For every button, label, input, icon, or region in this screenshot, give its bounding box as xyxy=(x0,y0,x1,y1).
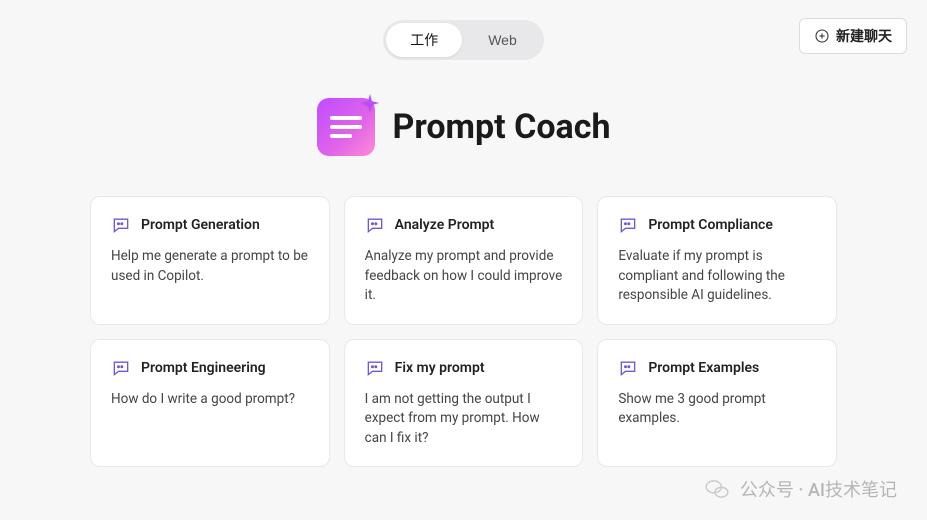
card-prompt-examples[interactable]: Prompt Examples Show me 3 good prompt ex… xyxy=(597,339,837,468)
card-desc: Help me generate a prompt to be used in … xyxy=(111,247,309,286)
card-desc: Show me 3 good prompt examples. xyxy=(618,390,816,429)
chat-icon xyxy=(618,215,638,235)
card-title: Prompt Engineering xyxy=(141,360,266,376)
sparkle-icon xyxy=(359,92,381,114)
card-desc: Evaluate if my prompt is compliant and f… xyxy=(618,247,816,306)
new-chat-label: 新建聊天 xyxy=(836,26,892,46)
toggle-web[interactable]: Web xyxy=(464,23,541,57)
source-toggle: 工作 Web xyxy=(383,20,544,60)
card-prompt-generation[interactable]: Prompt Generation Help me generate a pro… xyxy=(90,196,330,325)
card-title: Analyze Prompt xyxy=(395,217,495,233)
card-title: Prompt Examples xyxy=(648,360,759,376)
card-fix-my-prompt[interactable]: Fix my prompt I am not getting the outpu… xyxy=(344,339,584,468)
chat-icon xyxy=(111,215,131,235)
card-prompt-compliance[interactable]: Prompt Compliance Evaluate if my prompt … xyxy=(597,196,837,325)
card-analyze-prompt[interactable]: Analyze Prompt Analyze my prompt and pro… xyxy=(344,196,584,325)
card-title: Fix my prompt xyxy=(395,360,485,376)
watermark: 公众号 · AI技术笔记 xyxy=(704,476,897,502)
prompt-cards-grid: Prompt Generation Help me generate a pro… xyxy=(0,196,927,467)
plus-circle-icon xyxy=(814,28,830,44)
hero: Prompt Coach xyxy=(0,98,927,156)
card-desc: I am not getting the output I expect fro… xyxy=(365,390,563,449)
chat-icon xyxy=(365,215,385,235)
watermark-text: 公众号 · AI技术笔记 xyxy=(740,476,897,502)
card-title: Prompt Generation xyxy=(141,217,260,233)
card-desc: Analyze my prompt and provide feedback o… xyxy=(365,247,563,306)
toggle-work[interactable]: 工作 xyxy=(386,23,462,57)
chat-icon xyxy=(111,358,131,378)
card-desc: How do I write a good prompt? xyxy=(111,390,309,410)
page-title: Prompt Coach xyxy=(393,107,611,147)
chat-icon xyxy=(365,358,385,378)
card-prompt-engineering[interactable]: Prompt Engineering How do I write a good… xyxy=(90,339,330,468)
wechat-icon xyxy=(704,476,730,502)
header: 工作 Web 新建聊天 xyxy=(0,0,927,70)
chat-icon xyxy=(618,358,638,378)
new-chat-button[interactable]: 新建聊天 xyxy=(799,18,907,54)
card-title: Prompt Compliance xyxy=(648,217,773,233)
app-logo xyxy=(317,98,375,156)
